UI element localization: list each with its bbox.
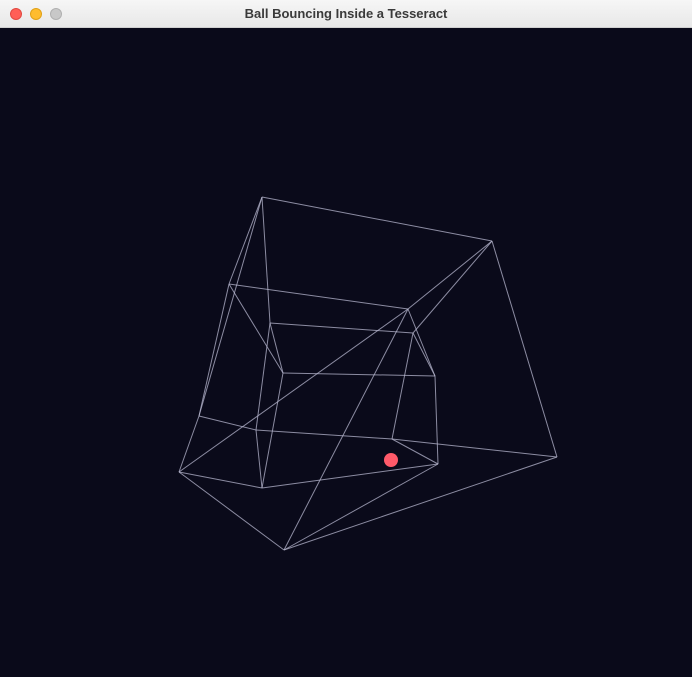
window-title: Ball Bouncing Inside a Tesseract xyxy=(0,6,692,21)
tesseract-wireframe xyxy=(179,197,557,550)
close-icon[interactable] xyxy=(10,8,22,20)
titlebar[interactable]: Ball Bouncing Inside a Tesseract xyxy=(0,0,692,28)
maximize-icon[interactable] xyxy=(50,8,62,20)
render-canvas[interactable] xyxy=(0,28,692,677)
app-window: Ball Bouncing Inside a Tesseract xyxy=(0,0,692,677)
minimize-icon[interactable] xyxy=(30,8,42,20)
bouncing-ball xyxy=(384,453,398,467)
scene-svg xyxy=(0,28,692,677)
window-controls xyxy=(0,8,62,20)
